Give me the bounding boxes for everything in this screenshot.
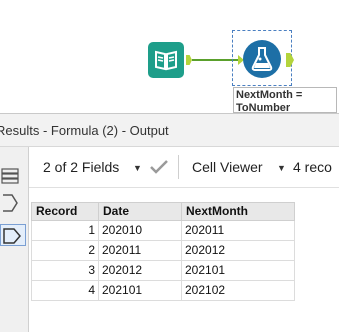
results-table: Record Date NextMonth 1 202010 202011 2 … — [31, 202, 295, 301]
data-view-button[interactable] — [0, 224, 26, 246]
annotation-text: NextMonth = ToNumber — [236, 89, 303, 113]
formula-output-anchor[interactable] — [286, 53, 294, 67]
nextmonth-cell[interactable]: 202011 — [181, 220, 295, 241]
table-row[interactable]: 3 202012 202101 — [31, 260, 295, 281]
date-cell[interactable]: 202010 — [98, 220, 182, 241]
date-cell[interactable]: 202011 — [98, 240, 182, 261]
results-grid-area: Record Date NextMonth 1 202010 202011 2 … — [29, 188, 339, 332]
workflow-canvas[interactable]: NextMonth = ToNumber — [0, 0, 339, 113]
table-rows-icon — [1, 168, 19, 184]
book-icon — [155, 50, 177, 71]
record-cell[interactable]: 1 — [31, 220, 99, 241]
checkmark-icon[interactable] — [149, 158, 169, 176]
table-row[interactable]: 4 202101 202102 — [31, 280, 295, 301]
date-cell[interactable]: 202012 — [98, 260, 182, 281]
tool-annotation: NextMonth = ToNumber — [233, 87, 337, 113]
cell-viewer-selector[interactable]: Cell Viewer — [192, 159, 263, 175]
flask-icon — [251, 47, 273, 71]
column-header-date[interactable]: Date — [98, 202, 182, 221]
nextmonth-cell[interactable]: 202102 — [181, 280, 295, 301]
record-cell[interactable]: 4 — [31, 280, 99, 301]
results-toolbar: 2 of 2 Fields ▼ Cell Viewer ▼ 4 reco — [29, 147, 339, 188]
results-title-bar: Results - Formula (2) - Output — [0, 114, 339, 147]
records-count: 4 reco — [293, 159, 332, 175]
metadata-view-button[interactable] — [0, 191, 26, 213]
fields-selector[interactable]: 2 of 2 Fields — [43, 159, 119, 175]
results-title: Results - Formula (2) - Output — [0, 123, 169, 138]
table-view-button[interactable] — [0, 165, 26, 187]
results-side-rail — [0, 147, 29, 332]
date-cell[interactable]: 202101 — [98, 280, 182, 301]
table-row[interactable]: 1 202010 202011 — [31, 220, 295, 241]
nextmonth-cell[interactable]: 202101 — [181, 260, 295, 281]
record-cell[interactable]: 2 — [31, 240, 99, 261]
viewer-dropdown-caret-icon[interactable]: ▼ — [277, 163, 286, 173]
tag-icon — [3, 228, 21, 244]
table-row[interactable]: 2 202011 202012 — [31, 240, 295, 261]
input-data-tool[interactable] — [148, 42, 184, 78]
record-cell[interactable]: 3 — [31, 260, 99, 281]
column-header-record[interactable]: Record — [31, 202, 99, 221]
table-header-row: Record Date NextMonth — [31, 202, 295, 221]
nextmonth-cell[interactable]: 202012 — [181, 240, 295, 261]
app-root: NextMonth = ToNumber Results - Formula (… — [0, 0, 339, 332]
bracket-icon — [3, 194, 18, 212]
formula-tool[interactable] — [243, 40, 281, 78]
column-header-nextmonth[interactable]: NextMonth — [181, 202, 295, 221]
toolbar-separator — [178, 155, 179, 179]
results-window: Results - Formula (2) - Output 2 of 2 Fi… — [0, 113, 339, 332]
fields-dropdown-caret-icon[interactable]: ▼ — [133, 163, 142, 173]
